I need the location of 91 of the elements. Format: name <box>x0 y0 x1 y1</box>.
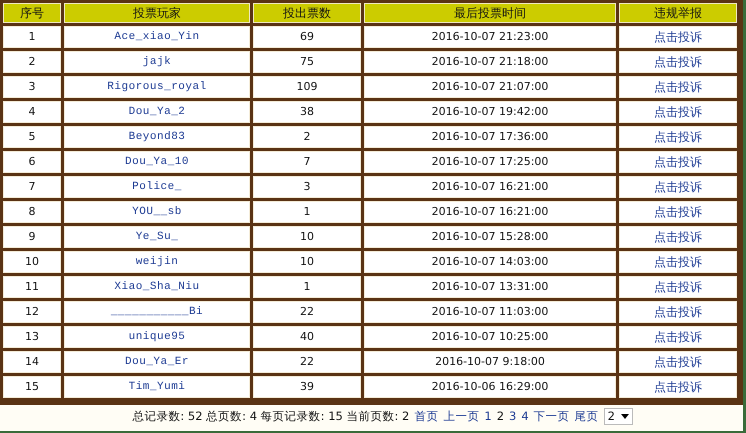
report-link[interactable]: 点击投诉 <box>619 251 737 273</box>
page-select[interactable]: 2 <box>604 408 633 425</box>
player-link[interactable]: Xiao_Sha_Niu <box>64 276 250 298</box>
next-page-link[interactable]: 下一页 <box>534 409 570 424</box>
report-link[interactable]: 点击投诉 <box>619 326 737 348</box>
report-link[interactable]: 点击投诉 <box>619 76 737 98</box>
table-cell: 13 <box>3 326 61 348</box>
table-cell: 3 <box>253 176 361 198</box>
table-cell: 15 <box>3 376 61 398</box>
table-cell: 2016-10-07 9:18:00 <box>364 351 616 373</box>
table-cell: 2016-10-07 19:42:00 <box>364 101 616 123</box>
table-cell: 2 <box>3 51 61 73</box>
table-cell: 2 <box>253 126 361 148</box>
table-cell: 12 <box>3 301 61 323</box>
column-header: 序号 <box>3 3 61 23</box>
table-cell: 8 <box>3 201 61 223</box>
table-cell: 10 <box>253 226 361 248</box>
table-cell: 14 <box>3 351 61 373</box>
column-header: 投票玩家 <box>64 3 250 23</box>
table-cell: 7 <box>3 176 61 198</box>
table-cell: 2016-10-07 11:03:00 <box>364 301 616 323</box>
table-cell: 2016-10-07 13:31:00 <box>364 276 616 298</box>
previous-page-link[interactable]: 上一页 <box>443 409 480 424</box>
report-link[interactable]: 点击投诉 <box>619 226 737 248</box>
player-link[interactable]: YOU__sb <box>64 201 250 223</box>
table-cell: 69 <box>253 26 361 48</box>
player-link[interactable]: Beyond83 <box>64 126 250 148</box>
page-number-link[interactable]: 2 <box>496 409 504 424</box>
table-cell: 40 <box>253 326 361 348</box>
player-link[interactable]: Police_ <box>64 176 250 198</box>
player-link[interactable]: Dou_Ya_10 <box>64 151 250 173</box>
player-link[interactable]: Rigorous_royal <box>64 76 250 98</box>
record-summary: 总记录数: 52 总页数: 4 每页记录数: 15 当前页数: 2 <box>132 409 410 424</box>
player-link[interactable]: unique95 <box>64 326 250 348</box>
table-cell: 39 <box>253 376 361 398</box>
player-link[interactable]: Ace_xiao_Yin <box>64 26 250 48</box>
player-link[interactable]: jajk <box>64 51 250 73</box>
table-cell: 1 <box>253 201 361 223</box>
table-cell: 1 <box>3 26 61 48</box>
table-cell: 2016-10-07 21:23:00 <box>364 26 616 48</box>
dropdown-arrow-icon <box>621 414 629 419</box>
report-link[interactable]: 点击投诉 <box>619 126 737 148</box>
table-cell: 9 <box>3 226 61 248</box>
report-link[interactable]: 点击投诉 <box>619 276 737 298</box>
table-cell: 5 <box>3 126 61 148</box>
report-link[interactable]: 点击投诉 <box>619 301 737 323</box>
column-header: 投出票数 <box>253 3 361 23</box>
table-cell: 38 <box>253 101 361 123</box>
table-cell: 109 <box>253 76 361 98</box>
page-number-link[interactable]: 3 <box>509 409 516 424</box>
table-cell: 2016-10-07 21:07:00 <box>364 76 616 98</box>
player-link[interactable]: Ye_Su_ <box>64 226 250 248</box>
page-number-link[interactable]: 1 <box>484 409 492 424</box>
table-cell: 10 <box>253 251 361 273</box>
table-cell: 2016-10-06 16:29:00 <box>364 376 616 398</box>
table-cell: 2016-10-07 21:18:00 <box>364 51 616 73</box>
report-link[interactable]: 点击投诉 <box>619 351 737 373</box>
report-link[interactable]: 点击投诉 <box>619 51 737 73</box>
player-link[interactable]: Dou_Ya_2 <box>64 101 250 123</box>
table-cell: 2016-10-07 16:21:00 <box>364 176 616 198</box>
table-cell: 2016-10-07 17:36:00 <box>364 126 616 148</box>
player-link[interactable]: ___________Bi <box>64 301 250 323</box>
table-cell: 10 <box>3 251 61 273</box>
player-link[interactable]: Dou_Ya_Er <box>64 351 250 373</box>
report-link[interactable]: 点击投诉 <box>619 26 737 48</box>
table-cell: 75 <box>253 51 361 73</box>
last-page-link[interactable]: 尾页 <box>574 409 599 424</box>
first-page-link[interactable]: 首页 <box>414 409 438 424</box>
report-link[interactable]: 点击投诉 <box>619 101 737 123</box>
table-cell: 22 <box>253 301 361 323</box>
table-cell: 2016-10-07 17:25:00 <box>364 151 616 173</box>
table-cell: 22 <box>253 351 361 373</box>
table-cell: 2016-10-07 16:21:00 <box>364 201 616 223</box>
table-cell: 2016-10-07 15:28:00 <box>364 226 616 248</box>
player-link[interactable]: Tim_Yumi <box>64 376 250 398</box>
report-link[interactable]: 点击投诉 <box>619 176 737 198</box>
table-cell: 2016-10-07 10:25:00 <box>364 326 616 348</box>
table-cell: 6 <box>3 151 61 173</box>
page-number-link[interactable]: 4 <box>521 409 529 424</box>
column-header: 最后投票时间 <box>364 3 616 23</box>
report-link[interactable]: 点击投诉 <box>619 151 737 173</box>
report-link[interactable]: 点击投诉 <box>619 376 737 398</box>
table-cell: 1 <box>253 276 361 298</box>
table-cell: 7 <box>253 151 361 173</box>
column-header: 违规举报 <box>619 3 737 23</box>
table-cell: 4 <box>3 101 61 123</box>
table-cell: 3 <box>3 76 61 98</box>
player-link[interactable]: weijin <box>64 251 250 273</box>
table-cell: 11 <box>3 276 61 298</box>
report-link[interactable]: 点击投诉 <box>619 201 737 223</box>
table-cell: 2016-10-07 14:03:00 <box>364 251 616 273</box>
